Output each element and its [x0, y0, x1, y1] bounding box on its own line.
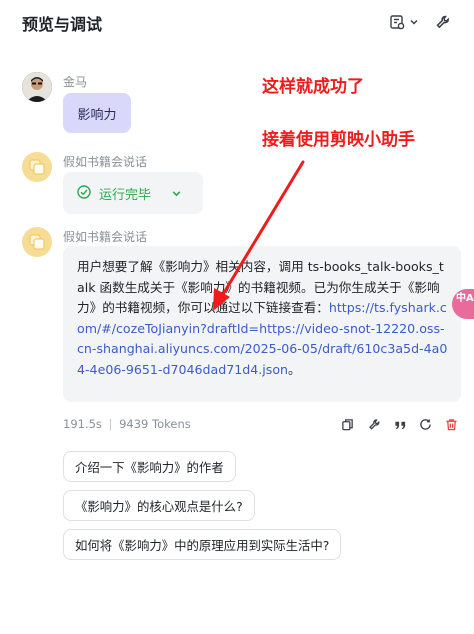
- tools-button[interactable]: [435, 11, 451, 33]
- copy-icon: [341, 416, 354, 435]
- token-count: 9439 Tokens: [119, 417, 191, 431]
- annotation-next-step: 接着使用剪映小助手: [262, 130, 415, 150]
- bot-reply-bubble: 用户想要了解《影响力》相关内容，调用 ts-books_talk-books_t…: [63, 246, 461, 402]
- suggestion-chip[interactable]: 《影响力》的核心观点是什么?: [63, 490, 255, 521]
- regenerate-button[interactable]: [417, 417, 433, 433]
- reply-text-after: 。: [288, 361, 301, 377]
- document-settings-icon: [389, 14, 405, 30]
- user-message-bubble: 影响力: [63, 93, 131, 133]
- debug-button[interactable]: [366, 417, 382, 433]
- run-status-card[interactable]: 运行完毕: [63, 172, 203, 214]
- copy-button[interactable]: [339, 417, 355, 433]
- wrench-icon: [368, 416, 381, 435]
- annotation-success: 这样就成功了: [262, 77, 364, 97]
- translate-side-tab[interactable]: 中A: [452, 289, 474, 319]
- run-status-text: 运行完毕: [99, 187, 152, 203]
- suggestion-chip[interactable]: 如何将《影响力》中的原理应用到实际生活中?: [63, 529, 342, 560]
- header-bar: 预览与调试: [0, 0, 474, 44]
- duration: 191.5s: [63, 417, 102, 431]
- bot-avatar: [22, 227, 52, 257]
- bot-reply-text: 用户想要了解《影响力》相关内容，调用 ts-books_talk-books_t…: [77, 257, 449, 381]
- suggestion-chip[interactable]: 介绍一下《影响力》的作者: [63, 451, 236, 482]
- quote-button[interactable]: [392, 417, 408, 433]
- refresh-icon: [419, 416, 432, 435]
- check-circle-icon: [77, 184, 91, 203]
- bot-name: 假如书籍会说话: [63, 155, 148, 169]
- document-settings-menu-button[interactable]: [389, 11, 419, 33]
- delete-button[interactable]: [443, 417, 459, 433]
- user-avatar: [22, 72, 52, 102]
- suggestion-text: 介绍一下《影响力》的作者: [75, 459, 224, 475]
- reply-meta: 191.5s | 9439 Tokens: [63, 417, 191, 431]
- bot-avatar: [22, 152, 52, 182]
- wrench-icon: [435, 14, 451, 30]
- user-name: 金马: [63, 75, 88, 89]
- chevron-down-icon[interactable]: [171, 184, 182, 203]
- quote-icon: [394, 416, 407, 435]
- trash-icon: [445, 416, 458, 435]
- chevron-down-icon: [409, 17, 419, 27]
- suggestion-text: 如何将《影响力》中的原理应用到实际生活中?: [75, 537, 330, 553]
- suggestion-text: 《影响力》的核心观点是什么?: [75, 498, 243, 514]
- translate-tab-label: 中A: [456, 293, 474, 304]
- page-title: 预览与调试: [22, 15, 103, 34]
- meta-separator: |: [108, 417, 113, 431]
- bot-name: 假如书籍会说话: [63, 230, 148, 244]
- user-message-text: 影响力: [77, 107, 117, 123]
